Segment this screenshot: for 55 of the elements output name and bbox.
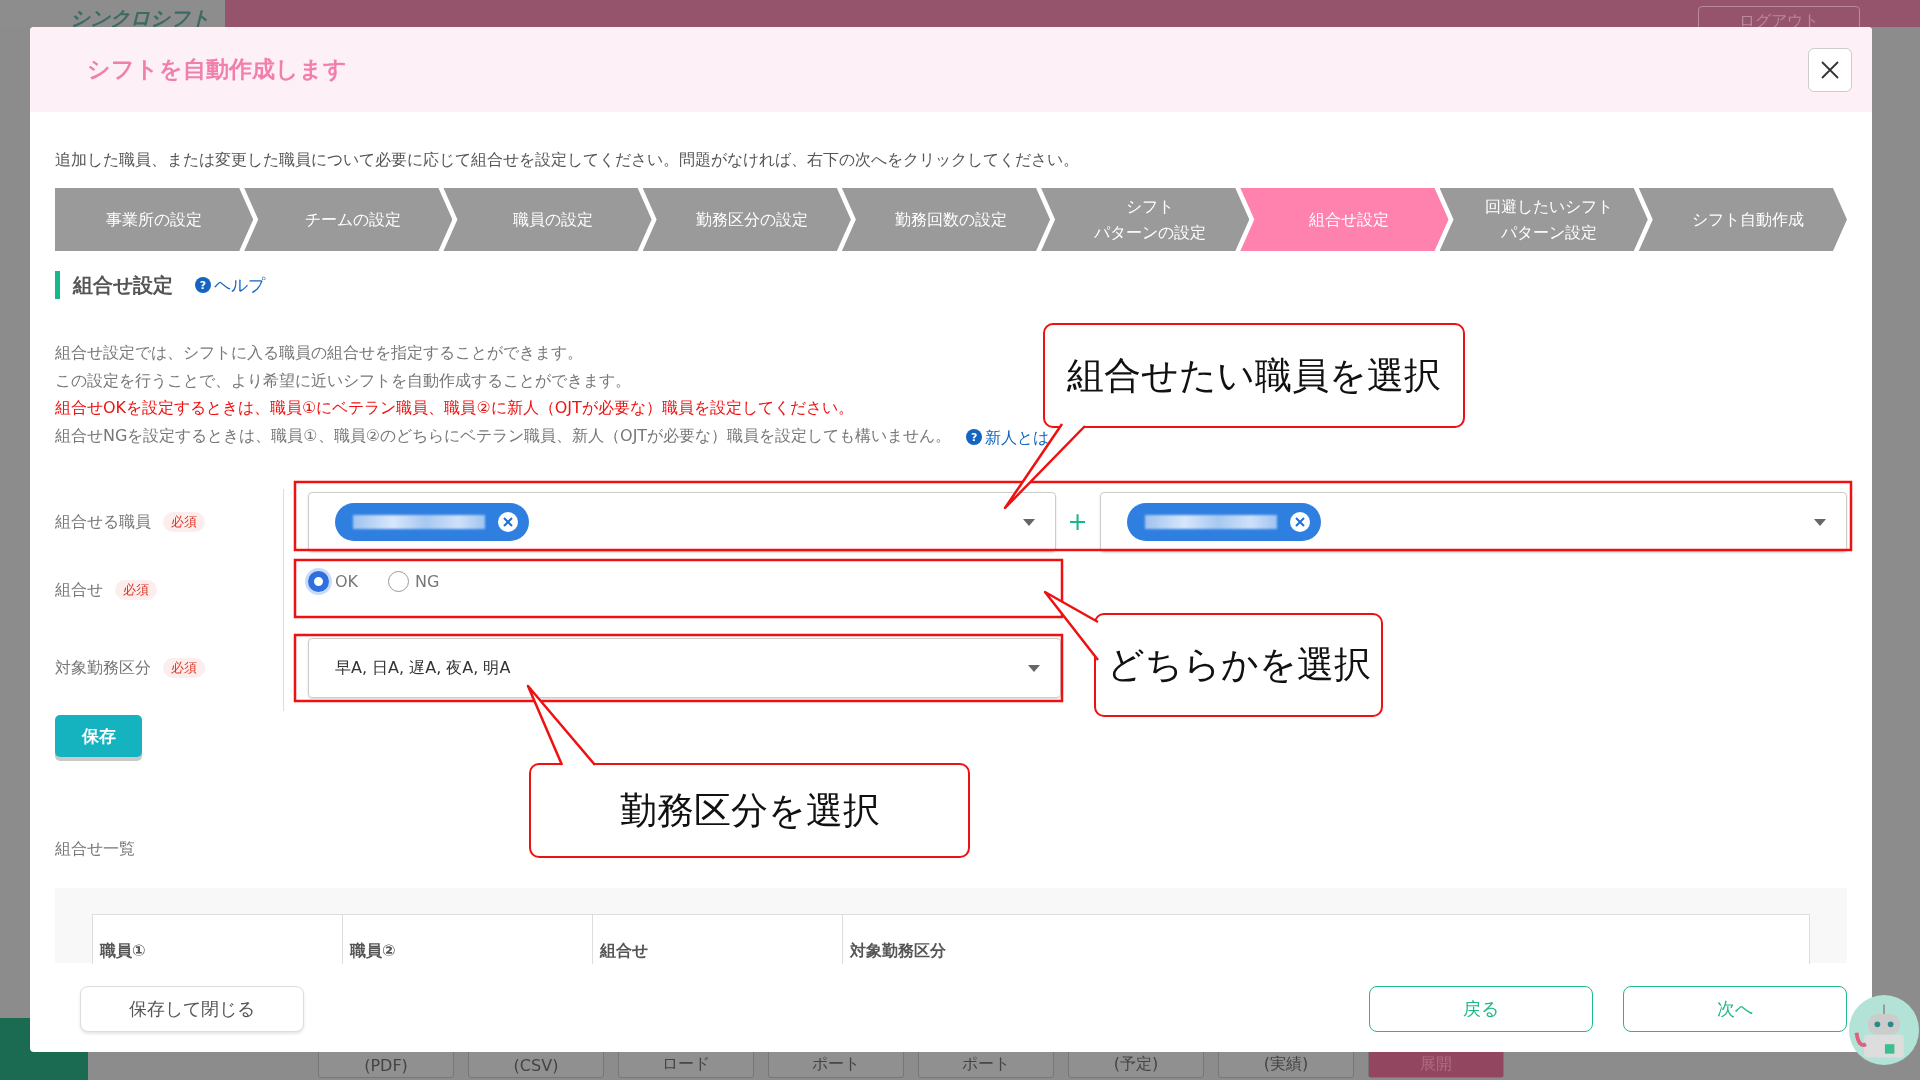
wizard-step[interactable]: シフト自動作成 — [1638, 188, 1847, 251]
section-title: 組合せ設定 — [73, 271, 173, 299]
radio-option[interactable]: NG — [388, 571, 440, 592]
field-label: 組合せる職員 — [55, 511, 151, 533]
instruction-text: 追加した職員、または変更した職員について必要に応じて組合せを設定してください。問題がなければ、右下の次へをクリックしてください。 — [55, 150, 1080, 171]
shift-select[interactable]: 早A, 日A, 遅A, 夜A, 明A — [308, 638, 1061, 698]
required-badge: 必須 — [115, 580, 157, 600]
robot-icon[interactable] — [1849, 995, 1919, 1065]
help-link[interactable]: ? ヘルプ — [195, 273, 265, 297]
caret-icon — [1022, 518, 1035, 526]
wizard-step[interactable]: 事業所の設定 — [55, 188, 254, 251]
description-text: 組合せOKを設定するときは、職員①にベテラン職員、職員②に新人（OJTが必要な）職員を設定してください。 — [55, 397, 854, 419]
app-logo: シンクロシフト — [70, 8, 210, 28]
staff-select[interactable] — [1099, 492, 1847, 552]
close-button[interactable] — [1808, 47, 1852, 92]
staff-chip[interactable] — [335, 503, 529, 541]
plus-sign: + — [1066, 508, 1089, 536]
column-header: 対象勤務区分 — [849, 940, 947, 962]
radio-button[interactable] — [388, 571, 410, 592]
caret-icon — [1028, 664, 1040, 672]
callout-pointer — [1043, 590, 1100, 662]
caret-icon — [1814, 518, 1826, 526]
description-text: 組合せ設定では、シフトに入る職員の組合せを指定することができます。 — [55, 342, 583, 364]
description-text: 組合せNGを設定するときは、職員①、職員②のどちらにベテラン職員、新人（OJTが必要な）職員を設定しても構いません。 — [55, 425, 952, 445]
callout-bubble: どちらかを選択 — [1094, 613, 1383, 717]
wizard-step[interactable]: 回避したいシフト パターン設定 — [1439, 188, 1648, 251]
wizard-step[interactable]: シフト パターンの設定 — [1041, 188, 1250, 251]
radio-button[interactable] — [308, 571, 329, 592]
column-header: 職員① — [93, 915, 343, 964]
list-title: 組合せ一覧 — [55, 839, 136, 860]
wizard-step[interactable]: 勤務区分の設定 — [642, 188, 851, 251]
help-icon: ? — [966, 429, 983, 446]
field-label: 組合せ — [55, 579, 103, 601]
column-header: 職員② — [343, 915, 593, 964]
save-close-button[interactable]: 保存して閉じる — [80, 986, 304, 1032]
description-text: この設定を行うことで、より希望に近いシフトを自動作成することができます。 — [55, 369, 631, 392]
wizard-step[interactable]: 職員の設定 — [443, 188, 652, 251]
required-badge: 必須 — [163, 512, 205, 532]
radio-option[interactable]: OK — [308, 571, 359, 592]
field-label: 対象勤務区分 — [55, 657, 151, 679]
wizard-step[interactable]: 組合せ設定 — [1240, 188, 1449, 251]
column-header: 組合せ — [593, 915, 843, 964]
back-button[interactable]: 戻る — [1369, 986, 1593, 1032]
remove-icon[interactable] — [497, 511, 519, 533]
remove-icon[interactable] — [1288, 511, 1311, 533]
staff-select[interactable] — [308, 492, 1056, 552]
dialog-title: シフトを自動作成します — [87, 55, 347, 84]
next-button[interactable]: 次へ — [1623, 986, 1847, 1032]
callout-bubble: 組合せたい職員を選択 — [1043, 323, 1465, 428]
staff-chip[interactable] — [1126, 503, 1321, 541]
wizard-step[interactable]: 勤務回数の設定 — [841, 188, 1051, 251]
wizard-step[interactable]: チームの設定 — [244, 188, 453, 251]
required-badge: 必須 — [163, 658, 205, 678]
help-icon: ? — [195, 277, 211, 293]
close-icon — [1821, 60, 1839, 79]
